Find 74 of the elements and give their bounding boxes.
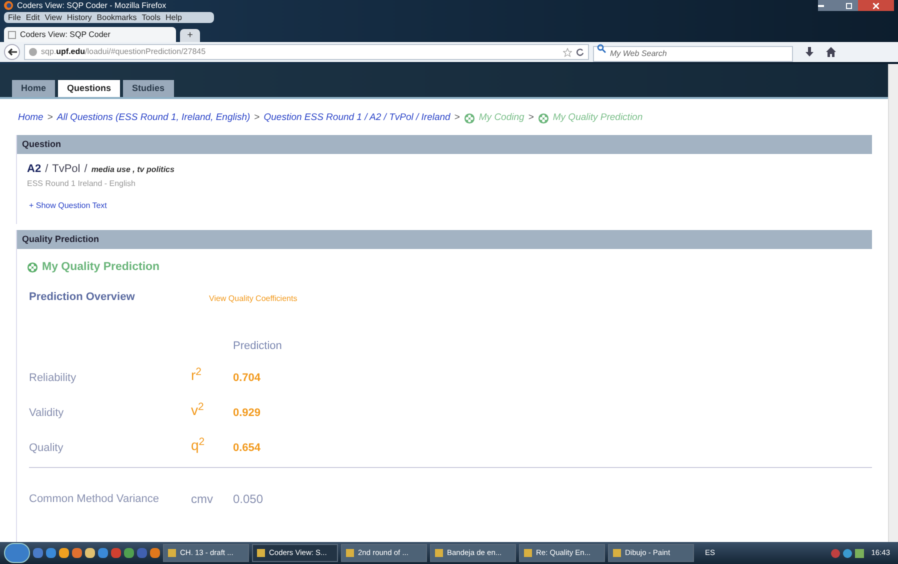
page-icon (8, 30, 16, 38)
back-button[interactable] (4, 44, 20, 60)
metric-symbol: v$^{2}$ (191, 400, 205, 420)
metric-value: 0.050 (233, 491, 264, 508)
back-arrow-icon (8, 48, 16, 56)
browser-tab[interactable]: Coders View: SQP Coder (4, 27, 176, 42)
app-icon (346, 549, 354, 557)
breadcrumb-link[interactable]: Home (18, 111, 44, 126)
menu-item[interactable]: Edit (26, 12, 40, 22)
menu-item[interactable]: View (44, 12, 62, 22)
menu-item[interactable]: File (8, 12, 21, 22)
close-icon (873, 2, 879, 8)
address-bar[interactable]: sqp.upf.edu/loadui/#questionPrediction/27845 (24, 44, 589, 60)
search-field[interactable]: My Web Search (593, 46, 793, 62)
metric-symbol: cmv (191, 491, 214, 508)
maximize-button[interactable] (840, 0, 858, 11)
maximize-icon (846, 2, 852, 8)
close-button[interactable] (858, 0, 894, 11)
metric-symbol: r$^{2}$ (191, 365, 203, 385)
metric-label: Validity (29, 406, 65, 420)
site-tab[interactable]: Questions (58, 80, 120, 97)
breadcrumb-link[interactable]: Question ESS Round 1 / A2 / TvPol / Ireland (264, 111, 450, 126)
start-button[interactable] (4, 543, 30, 563)
breadcrumb-separator: > (254, 111, 260, 125)
url-text: sqp.upf.edu/loadui/#questionPrediction/27845 (41, 46, 206, 58)
panel-header: Quality Prediction (17, 230, 872, 249)
site-tab[interactable]: Studies (123, 80, 174, 97)
scrollbar[interactable] (888, 64, 898, 542)
new-tab-button[interactable]: + (180, 29, 200, 42)
flower-icon (464, 112, 475, 124)
prediction-title: My Quality Prediction (17, 248, 872, 276)
window-title: Coders View: SQP Coder - Mozilla Firefox (17, 0, 166, 10)
question-subtitle: ESS Round 1 Ireland - English (26, 178, 137, 190)
minimize-icon (818, 4, 824, 6)
reload-icon[interactable] (576, 48, 584, 56)
home-icon[interactable] (826, 47, 836, 57)
search-icon (597, 44, 606, 53)
separator: / (45, 162, 48, 178)
breadcrumb-separator: > (454, 111, 460, 125)
app-icon (257, 549, 265, 557)
question-topics: media use , tv politics (91, 164, 174, 176)
menu-item[interactable]: Help (165, 12, 182, 22)
flower-icon (538, 112, 549, 124)
app-icon (613, 549, 621, 557)
column-heading: Prediction (232, 338, 283, 354)
question-name: TvPol (52, 162, 80, 178)
minimize-button[interactable] (818, 0, 840, 11)
flower-icon (27, 262, 38, 273)
metric-value: 0.929 (233, 406, 261, 420)
star-icon[interactable] (563, 48, 572, 56)
metric-symbol: q$^{2}$ (191, 435, 206, 455)
menu-item[interactable]: Tools (142, 12, 160, 22)
metric-label: Reliability (29, 370, 78, 386)
browser-logo-icon (4, 1, 13, 10)
app-icon (168, 549, 176, 557)
menu-item[interactable]: Bookmarks (96, 12, 137, 22)
metric-value: 0.704 (233, 370, 261, 386)
metric-value: 0.654 (233, 440, 261, 456)
app-icon (524, 549, 532, 557)
panel-header: Question (17, 135, 872, 154)
separator: / (84, 162, 88, 178)
breadcrumb-link[interactable]: All Questions (ESS Round 1, Ireland, English) (56, 111, 250, 126)
tab-title: Coders View: SQP Coder (20, 28, 110, 40)
download-icon[interactable] (805, 47, 814, 57)
menu-item[interactable]: History (66, 12, 92, 22)
overview-heading: Prediction Overview (29, 290, 136, 305)
breadcrumb-separator: > (47, 111, 53, 125)
app-icon (435, 549, 443, 557)
site-tab[interactable]: Home (12, 80, 56, 97)
question-code: A2 (27, 162, 42, 178)
metric-label: Quality (29, 440, 64, 456)
breadcrumb-separator: > (528, 111, 534, 125)
metric-label: Common Method Variance (29, 492, 160, 507)
show-question-text-link[interactable]: + Show Question Text (29, 200, 107, 212)
